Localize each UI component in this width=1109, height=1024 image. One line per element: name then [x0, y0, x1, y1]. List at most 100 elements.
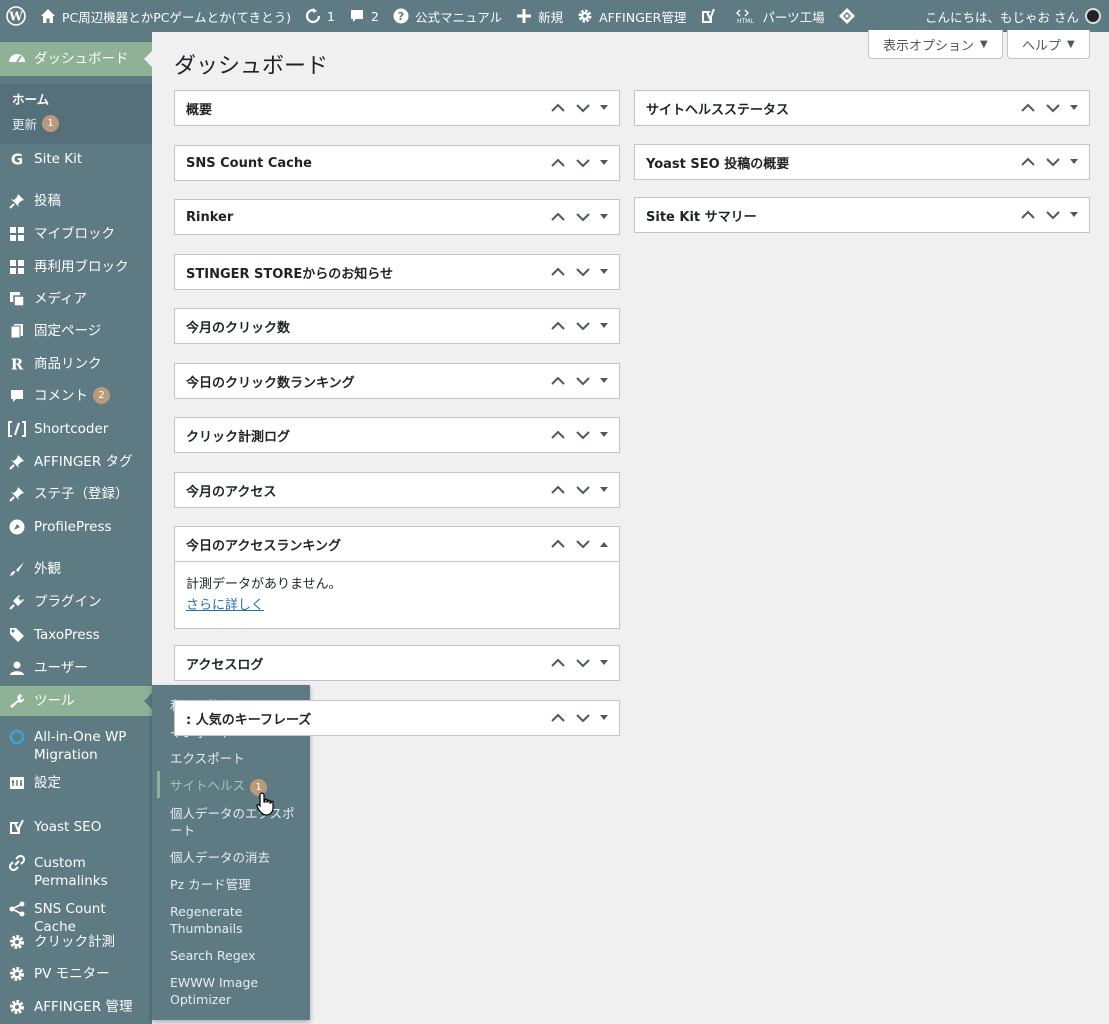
- sidebar-item-media-4[interactable]: メディア: [0, 290, 152, 308]
- move-down-icon[interactable]: [570, 146, 595, 180]
- sidebar-item-pin-1[interactable]: 投稿: [0, 192, 152, 210]
- flyout-item-9[interactable]: EWWW Image Optimizer: [170, 974, 302, 1008]
- sidebar-item-migration-17[interactable]: All-in-One WP Migration: [0, 728, 152, 764]
- flyout-item-7[interactable]: Regenerate Thumbnails: [170, 903, 302, 937]
- move-up-icon[interactable]: [545, 309, 570, 343]
- move-down-icon[interactable]: [570, 646, 595, 680]
- sidebar-item-blocks-3[interactable]: 再利用ブロック: [0, 258, 152, 276]
- sidebar-item-shortcode-8[interactable]: Shortcoder: [0, 420, 152, 438]
- sidebar-item-wrench-16[interactable]: ツール: [0, 686, 152, 716]
- move-up-icon[interactable]: [545, 91, 570, 125]
- help-button[interactable]: ヘルプ ▼: [1007, 30, 1090, 59]
- move-up-icon[interactable]: [545, 527, 570, 561]
- new-content-link[interactable]: 新規: [509, 0, 570, 32]
- move-down-icon[interactable]: [570, 200, 595, 234]
- move-down-icon[interactable]: [1040, 145, 1065, 179]
- expand-icon[interactable]: [595, 646, 613, 680]
- move-down-icon[interactable]: [570, 527, 595, 561]
- sidebar-item-r-6[interactable]: R 商品リンク: [0, 355, 152, 373]
- move-down-icon[interactable]: [570, 364, 595, 398]
- learn-more-link[interactable]: さらに詳しく: [186, 598, 264, 613]
- comments-link[interactable]: 2: [342, 0, 386, 32]
- expand-icon[interactable]: [595, 701, 613, 735]
- sidebar-item-gear-22[interactable]: クリック計測: [0, 933, 152, 951]
- site-name-link[interactable]: PC周辺機器とかPCゲームとか(てきとう): [33, 0, 298, 32]
- sidebar-item-pin-10[interactable]: ステ子（登録）: [0, 485, 152, 503]
- move-up-icon[interactable]: [545, 418, 570, 452]
- flyout-item-2[interactable]: エクスポート: [170, 750, 302, 767]
- move-down-icon[interactable]: [570, 91, 595, 125]
- postbox-controls: [545, 701, 613, 735]
- expand-icon[interactable]: [1065, 198, 1083, 232]
- sidebar-item-comment-7[interactable]: コメント 2: [0, 387, 152, 405]
- expand-icon[interactable]: [595, 418, 613, 452]
- sidebar-item-link-20[interactable]: Custom Permalinks: [0, 854, 152, 890]
- submenu-home[interactable]: ホーム: [12, 89, 49, 108]
- screen-options-button[interactable]: 表示オプション ▼: [868, 30, 1003, 59]
- flyout-item-5[interactable]: 個人データの消去: [170, 849, 302, 866]
- move-up-icon[interactable]: [545, 146, 570, 180]
- expand-icon[interactable]: [595, 473, 613, 507]
- expand-icon[interactable]: [595, 309, 613, 343]
- menu-dashboard[interactable]: ダッシュボード: [0, 42, 152, 76]
- postbox-controls: [1015, 198, 1083, 232]
- account-menu[interactable]: こんにちは、もじゃお さん: [925, 0, 1101, 32]
- expand-icon[interactable]: [595, 200, 613, 234]
- affinger-link[interactable]: AFFINGER管理: [570, 0, 693, 32]
- expand-icon[interactable]: [595, 91, 613, 125]
- expand-icon[interactable]: [1065, 145, 1083, 179]
- move-up-icon[interactable]: [545, 646, 570, 680]
- move-up-icon[interactable]: [545, 701, 570, 735]
- sidebar-item-google-g-0[interactable]: G Site Kit: [0, 150, 152, 168]
- flyout-item-8[interactable]: Search Regex: [170, 947, 302, 964]
- sidebar-item-pin-9[interactable]: AFFINGER タグ: [0, 453, 152, 471]
- updates-link[interactable]: 1: [298, 0, 342, 32]
- collapse-icon[interactable]: [595, 527, 613, 561]
- sidebar-item-gear-24[interactable]: AFFINGER 管理: [0, 998, 152, 1016]
- sidebar-item-gear-23[interactable]: PV モニター: [0, 965, 152, 983]
- manual-link[interactable]: ? 公式マニュアル: [386, 0, 509, 32]
- sidebar-item-yoast-19[interactable]: Yoast SEO: [0, 818, 152, 836]
- expand-icon[interactable]: [595, 146, 613, 180]
- sidebar-item-plugin-13[interactable]: プラグイン: [0, 593, 152, 611]
- submenu-updates[interactable]: 更新 1: [12, 114, 60, 133]
- sidebar-item-settings-18[interactable]: 設定: [0, 774, 152, 792]
- postbox: : 人気のキーフレーズ: [174, 700, 620, 736]
- sidebar-item-brush-12[interactable]: 外観: [0, 560, 152, 578]
- flyout-item-3[interactable]: サイトヘルス 1: [170, 777, 302, 796]
- move-down-icon[interactable]: [570, 309, 595, 343]
- sidebar-item-page-5[interactable]: 固定ページ: [0, 322, 152, 340]
- flyout-item-4[interactable]: 個人データのエクスポート: [170, 805, 302, 839]
- expand-icon[interactable]: [1065, 91, 1083, 125]
- sidebar-item-tag-14[interactable]: TaxoPress: [0, 626, 152, 644]
- wp-logo-button[interactable]: W: [0, 0, 33, 32]
- postbox-controls: [545, 646, 613, 680]
- sidebar-item-share-21[interactable]: SNS Count Cache: [0, 900, 152, 936]
- move-up-icon[interactable]: [545, 255, 570, 289]
- move-up-icon[interactable]: [1015, 145, 1040, 179]
- move-down-icon[interactable]: [570, 701, 595, 735]
- move-down-icon[interactable]: [570, 418, 595, 452]
- parts-link[interactable]: HTML パーツ工場: [729, 0, 831, 32]
- move-down-icon[interactable]: [570, 255, 595, 289]
- flyout-item-6[interactable]: Pz カード管理: [170, 876, 302, 893]
- move-up-icon[interactable]: [545, 364, 570, 398]
- move-up-icon[interactable]: [545, 473, 570, 507]
- diamond-link[interactable]: [832, 0, 868, 32]
- yoast-link[interactable]: [693, 0, 729, 32]
- move-down-icon[interactable]: [1040, 91, 1065, 125]
- sidebar-item-label: All-in-One WP Migration: [34, 729, 127, 763]
- move-up-icon[interactable]: [545, 200, 570, 234]
- move-down-icon[interactable]: [1040, 198, 1065, 232]
- no-data-text: 計測データがありません。: [186, 577, 342, 592]
- move-up-icon[interactable]: [1015, 91, 1040, 125]
- sidebar-item-profilepress-11[interactable]: ProfilePress: [0, 518, 152, 536]
- expand-icon[interactable]: [595, 255, 613, 289]
- move-down-icon[interactable]: [570, 473, 595, 507]
- move-up-icon[interactable]: [1015, 198, 1040, 232]
- expand-icon[interactable]: [595, 364, 613, 398]
- caret-down-icon: ▼: [1067, 38, 1075, 50]
- sidebar-item-user-15[interactable]: ユーザー: [0, 659, 152, 677]
- page-icon: [8, 322, 26, 340]
- sidebar-item-blocks-2[interactable]: マイブロック: [0, 225, 152, 243]
